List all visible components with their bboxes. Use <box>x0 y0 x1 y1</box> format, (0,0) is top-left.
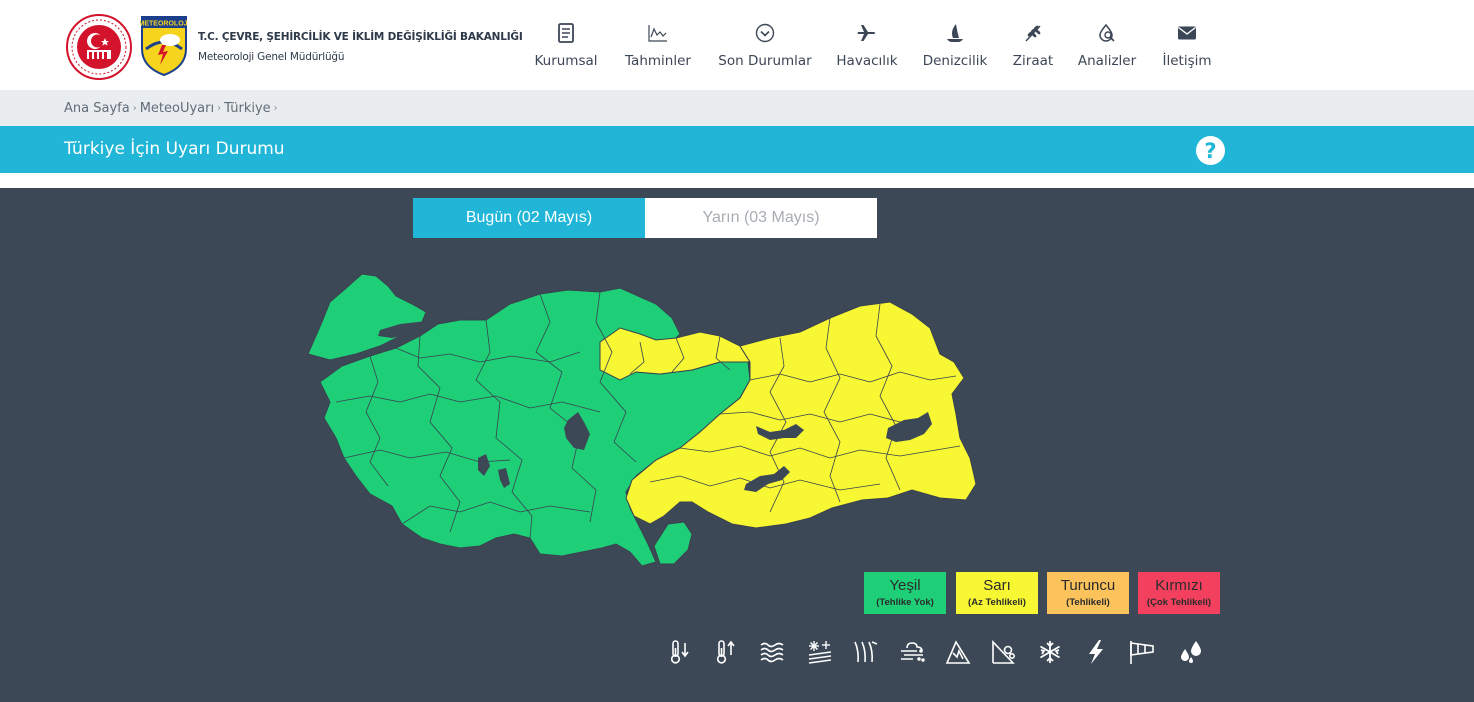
breadcrumb-separator: › <box>217 103 222 114</box>
site-header: METEOROLOJİ T.C. ÇEVRE, ŞEHİRCİLİK VE İK… <box>0 0 1474 90</box>
snowflake-icon[interactable] <box>1036 637 1064 667</box>
nav-label: Analizler <box>1077 53 1137 69</box>
breadcrumb: Ana Sayfa › MeteoUyarı › Türkiye › <box>64 101 281 116</box>
nav-analizler[interactable]: Analizler <box>1078 22 1136 78</box>
fog-icon[interactable] <box>758 637 786 667</box>
breadcrumb-home[interactable]: Ana Sayfa <box>64 101 130 116</box>
breadcrumb-separator: › <box>132 103 137 114</box>
wheat-icon <box>1022 22 1044 44</box>
mgm-logo[interactable]: METEOROLOJİ <box>139 15 190 77</box>
tab-today[interactable]: Bugün (02 Mayıs) <box>413 198 645 238</box>
lightning-icon[interactable] <box>1082 637 1110 667</box>
sailboat-icon <box>944 22 966 44</box>
chevron-circle-icon <box>754 22 776 44</box>
legend-desc: (Az Tehlikeli) <box>968 597 1026 608</box>
nav-havacilik[interactable]: Havacılık <box>836 22 898 78</box>
help-button[interactable]: ? <box>1196 136 1225 165</box>
nav-kurumsal[interactable]: Kurumsal <box>534 22 598 78</box>
turkey-warning-map[interactable] <box>300 262 990 578</box>
legend-name: Sarı <box>983 577 1011 594</box>
envelope-icon <box>1176 22 1198 44</box>
nav-label: Kurumsal <box>534 53 598 69</box>
nav-denizcilik[interactable]: Denizcilik <box>922 22 988 78</box>
nav-label: Tahminler <box>625 53 691 69</box>
nav-label: Son Durumlar <box>718 53 812 69</box>
legend-green: Yeşil (Tehlike Yok) <box>864 572 946 614</box>
tab-tomorrow[interactable]: Yarın (03 Mayıs) <box>645 198 877 238</box>
legend-name: Yeşil <box>889 577 921 594</box>
legend-name: Kırmızı <box>1155 577 1203 594</box>
nav-label: İletişim <box>1162 53 1212 69</box>
title-bar: Türkiye İçin Uyarı Durumu <box>0 126 1474 173</box>
legend-orange: Turuncu (Tehlikeli) <box>1047 572 1129 614</box>
breadcrumb-separator: › <box>273 103 278 114</box>
landslide-icon[interactable] <box>990 637 1018 667</box>
drop-search-icon <box>1096 22 1118 44</box>
ministry-name: T.C. ÇEVRE, ŞEHİRCİLİK VE İKLİM DEĞİŞİKL… <box>198 31 523 43</box>
nav-label: Ziraat <box>1012 53 1054 69</box>
mgm-logo-text: METEOROLOJİ <box>140 20 188 28</box>
nav-iletisim[interactable]: İletişim <box>1161 22 1213 78</box>
legend-yellow: Sarı (Az Tehlikeli) <box>956 572 1038 614</box>
wind-icon[interactable] <box>852 637 880 667</box>
document-icon <box>555 22 577 44</box>
directorate-name: Meteoroloji Genel Müdürlüğü <box>198 51 345 63</box>
breadcrumb-turkiye[interactable]: Türkiye <box>224 101 271 116</box>
legend-desc: (Tehlike Yok) <box>876 597 934 608</box>
avalanche-icon[interactable] <box>944 637 972 667</box>
cold-icon[interactable] <box>666 637 694 667</box>
nav-label: Denizcilik <box>922 53 988 69</box>
nav-label: Havacılık <box>836 53 898 69</box>
chart-icon <box>647 22 669 44</box>
rain-icon[interactable] <box>1176 637 1204 667</box>
airplane-icon <box>856 22 878 44</box>
legend-desc: (Çok Tehlikeli) <box>1146 597 1212 608</box>
ministry-logo[interactable] <box>66 14 132 80</box>
region-hatay <box>653 521 693 565</box>
dust-icon[interactable] <box>898 637 926 667</box>
heat-icon[interactable] <box>712 637 740 667</box>
nav-son-durumlar[interactable]: Son Durumlar <box>718 22 812 78</box>
snow-melt-icon[interactable] <box>806 637 834 667</box>
legend-name: Turuncu <box>1060 577 1116 594</box>
nav-ziraat[interactable]: Ziraat <box>1011 22 1055 78</box>
legend-red: Kırmızı (Çok Tehlikeli) <box>1138 572 1220 614</box>
breadcrumb-meteouyari[interactable]: MeteoUyarı <box>140 101 214 116</box>
page-title: Türkiye İçin Uyarı Durumu <box>64 139 285 159</box>
windsock-icon[interactable] <box>1128 637 1156 667</box>
nav-tahminler[interactable]: Tahminler <box>624 22 692 78</box>
legend-desc: (Tehlikeli) <box>1066 597 1110 608</box>
